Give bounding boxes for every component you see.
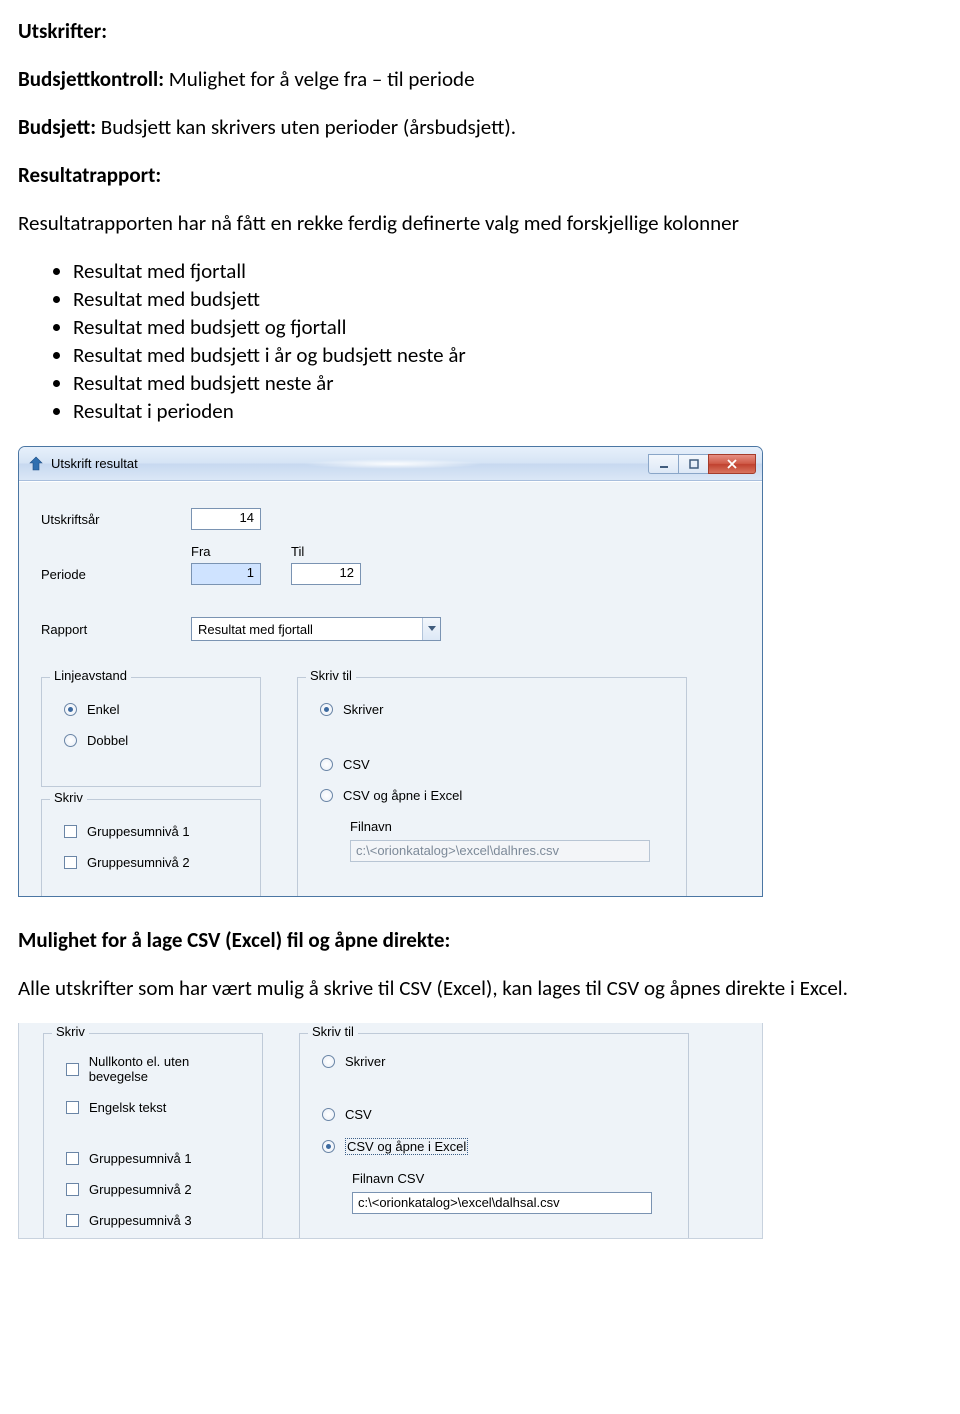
radio-label-csvopen: CSV og åpne i Excel: [343, 788, 462, 803]
radio-label-csv-2: CSV: [345, 1107, 372, 1122]
radio-csv-2[interactable]: CSV: [322, 1107, 674, 1122]
doc-bullet-item: Resultat med fjortall: [73, 258, 942, 284]
dialog-body: Utskriftsår 14 Fra Til Periode 1 12 Rapp…: [19, 481, 762, 896]
check-g3-2[interactable]: Gruppesumnivå 3: [66, 1213, 248, 1228]
doc-text-2: Budsjett kan skrivers uten perioder (års…: [96, 114, 516, 140]
checkbox-icon: [64, 825, 77, 838]
check-nullkonto[interactable]: Nullkonto el. uten bevegelse: [66, 1054, 248, 1084]
radio-label-csv: CSV: [343, 757, 370, 772]
check-label-g1: Gruppesumnivå 1: [87, 824, 190, 839]
window-title: Utskrift resultat: [51, 456, 138, 471]
check-g2-2[interactable]: Gruppesumnivå 2: [66, 1182, 248, 1197]
input-filnavn-2[interactable]: c:\<orionkatalog>\excel\dalhsal.csv: [352, 1192, 652, 1214]
doc-bullet-item: Resultat med budsjett neste år: [73, 370, 942, 396]
doc-bullet-item: Resultat i perioden: [73, 398, 942, 424]
radio-icon: [64, 734, 77, 747]
check-label-g3-2: Gruppesumnivå 3: [89, 1213, 192, 1228]
legend-skriv: Skriv: [50, 790, 87, 805]
maximize-button[interactable]: [678, 454, 708, 474]
checkbox-icon: [66, 1101, 79, 1114]
radio-enkel[interactable]: Enkel: [64, 702, 246, 717]
doc-bold-budsjettkontroll: Budsjettkontroll:: [18, 66, 164, 92]
group-skriv-2: Skriv Nullkonto el. uten bevegelse Engel…: [43, 1033, 263, 1238]
doc-bold-resultatrapport: Resultatrapport:: [18, 162, 161, 188]
label-fra: Fra: [191, 544, 291, 559]
label-rapport: Rapport: [41, 622, 161, 637]
checkbox-icon: [64, 856, 77, 869]
doc-line-resultatrapport: Resultatrapport:: [18, 162, 942, 188]
group-linjeavstand: Linjeavstand Enkel Dobbel: [41, 677, 261, 787]
doc-bullet-item: Resultat med budsjett i år og budsjett n…: [73, 342, 942, 368]
group-skriv: Skriv Gruppesumnivå 1 Gruppesumnivå 2: [41, 799, 261, 896]
group-skrivtil: Skriv til Skriver CSV CSV og åpne i Exce…: [297, 677, 687, 896]
check-g1-2[interactable]: Gruppesumnivå 1: [66, 1151, 248, 1166]
radio-label-skriver: Skriver: [343, 702, 383, 717]
radio-csv[interactable]: CSV: [320, 757, 672, 772]
radio-label-csvopen-2: CSV og åpne i Excel: [345, 1138, 468, 1155]
radio-icon: [320, 758, 333, 771]
label-filnavncsv: Filnavn CSV: [352, 1171, 674, 1186]
doc-line-budsjett: Budsjett: Budsjett kan skrivers uten per…: [18, 114, 942, 140]
radio-label-dobbel: Dobbel: [87, 733, 128, 748]
minimize-button[interactable]: [648, 454, 678, 474]
dialog-skriv-crop: Skriv Nullkonto el. uten bevegelse Engel…: [18, 1023, 763, 1239]
radio-icon: [322, 1108, 335, 1121]
close-button[interactable]: [708, 454, 756, 474]
doc-heading-utskrifter: Utskrifter:: [18, 18, 942, 44]
radio-label-skriver-2: Skriver: [345, 1054, 385, 1069]
radio-icon: [320, 789, 333, 802]
legend-skrivtil-2: Skriv til: [308, 1024, 358, 1039]
doc-line-budsjettkontroll: Budsjettkontroll: Mulighet for å velge f…: [18, 66, 942, 92]
check-label-g2-2: Gruppesumnivå 2: [89, 1182, 192, 1197]
check-label-engelsk: Engelsk tekst: [89, 1100, 166, 1115]
combo-rapport[interactable]: Resultat med fjortall: [191, 617, 441, 641]
checkbox-icon: [66, 1063, 79, 1076]
check-engelsk[interactable]: Engelsk tekst: [66, 1100, 248, 1115]
check-label-nullkonto: Nullkonto el. uten bevegelse: [89, 1054, 248, 1084]
checkbox-icon: [66, 1214, 79, 1227]
radio-icon: [322, 1055, 335, 1068]
input-filnavn: c:\<orionkatalog>\excel\dalhres.csv: [350, 840, 650, 862]
doc-bullet-item: Resultat med budsjett: [73, 286, 942, 312]
doc-line-4: Resultatrapporten har nå fått en rekke f…: [18, 210, 942, 236]
checkbox-icon: [66, 1183, 79, 1196]
label-utskriftsar: Utskriftsår: [41, 512, 161, 527]
input-periode-fra[interactable]: 1: [191, 563, 261, 585]
label-filnavn: Filnavn: [350, 819, 672, 834]
doc-bold-budsjett: Budsjett:: [18, 114, 96, 140]
label-periode: Periode: [41, 567, 161, 582]
radio-icon: [320, 703, 333, 716]
app-icon: [27, 455, 45, 473]
radio-csv-open-2[interactable]: CSV og åpne i Excel: [322, 1138, 674, 1155]
check-label-g2: Gruppesumnivå 2: [87, 855, 190, 870]
legend-skriv-2: Skriv: [52, 1024, 89, 1039]
dialog-utskrift-resultat: Utskrift resultat Utskriftsår 14: [18, 446, 763, 897]
radio-skriver[interactable]: Skriver: [320, 702, 672, 717]
doc-bullet-list: Resultat med fjortall Resultat med budsj…: [18, 258, 942, 424]
check-gruppesum2[interactable]: Gruppesumnivå 2: [64, 855, 246, 870]
chevron-down-icon[interactable]: [422, 618, 440, 640]
checkbox-icon: [66, 1152, 79, 1165]
radio-label-enkel: Enkel: [87, 702, 120, 717]
radio-skriver-2[interactable]: Skriver: [322, 1054, 674, 1069]
legend-linjeavstand: Linjeavstand: [50, 668, 131, 683]
titlebar[interactable]: Utskrift resultat: [19, 447, 762, 481]
legend-skrivtil: Skriv til: [306, 668, 356, 683]
input-utskriftsar[interactable]: 14: [191, 508, 261, 530]
radio-icon: [64, 703, 77, 716]
input-periode-til[interactable]: 12: [291, 563, 361, 585]
doc-line-5: Alle utskrifter som har vært mulig å skr…: [18, 975, 942, 1001]
label-til: Til: [291, 544, 391, 559]
doc-text-1: Mulighet for å velge fra – til periode: [164, 66, 475, 92]
combo-rapport-value: Resultat med fjortall: [192, 620, 422, 639]
radio-icon: [322, 1140, 335, 1153]
radio-dobbel[interactable]: Dobbel: [64, 733, 246, 748]
doc-heading-csv: Mulighet for å lage CSV (Excel) fil og å…: [18, 927, 942, 953]
radio-csv-open[interactable]: CSV og åpne i Excel: [320, 788, 672, 803]
check-label-g1-2: Gruppesumnivå 1: [89, 1151, 192, 1166]
group-skrivtil-2: Skriv til Skriver CSV CSV og åpne i Exce…: [299, 1033, 689, 1238]
doc-bullet-item: Resultat med budsjett og fjortall: [73, 314, 942, 340]
check-gruppesum1[interactable]: Gruppesumnivå 1: [64, 824, 246, 839]
